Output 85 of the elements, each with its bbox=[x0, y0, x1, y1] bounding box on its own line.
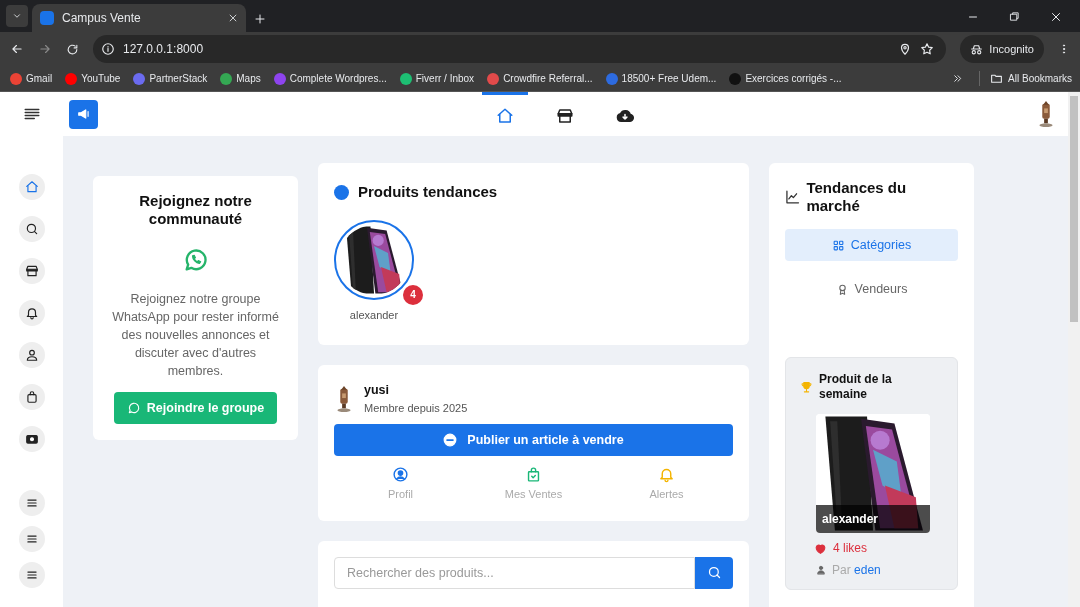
home-icon bbox=[496, 106, 514, 125]
search-icon bbox=[706, 565, 722, 581]
whatsapp-icon bbox=[126, 401, 141, 415]
bookmark-item[interactable]: Gmail bbox=[10, 71, 53, 86]
author-link[interactable]: eden bbox=[854, 563, 881, 577]
sidebar-button[interactable] bbox=[18, 426, 45, 452]
sidebar-button[interactable] bbox=[18, 490, 45, 516]
bell-icon bbox=[24, 306, 39, 320]
chevron-down-icon bbox=[12, 11, 22, 21]
store-icon bbox=[24, 264, 39, 278]
search-button[interactable] bbox=[695, 556, 733, 589]
home-icon bbox=[24, 180, 39, 194]
user-circle-icon bbox=[392, 466, 409, 484]
sidebar-button[interactable] bbox=[18, 300, 45, 326]
restore-icon bbox=[1009, 11, 1020, 22]
search-field[interactable]: Rechercher des produits... bbox=[334, 556, 695, 589]
card-title: Rejoignez notre communauté bbox=[138, 192, 253, 228]
bookmark-item[interactable]: 18500+ Free Udem... bbox=[605, 71, 717, 86]
incognito-icon bbox=[970, 42, 984, 56]
card-description: Rejoignez notre groupe WhatsApp pour rester informé des nouvelles annonces et discuter avec d'autres membres. bbox=[111, 291, 280, 380]
section-title: Produits tendances bbox=[358, 182, 498, 202]
minus-circle-icon bbox=[443, 433, 458, 448]
product-name: alexander bbox=[822, 511, 879, 528]
bookmark-item[interactable]: Maps bbox=[220, 71, 261, 86]
bookmark-item[interactable]: Fiverr / Inbox bbox=[399, 71, 475, 86]
reload-icon bbox=[66, 42, 79, 56]
tab-title: Campus Vente bbox=[62, 10, 142, 27]
bookmark-item[interactable]: Crowdfire Referral... bbox=[487, 71, 593, 86]
likes-count: 4 likes bbox=[833, 540, 867, 557]
forward-icon bbox=[38, 42, 52, 56]
close-window-button[interactable] bbox=[1050, 11, 1062, 23]
bookmark-item[interactable]: Exercices corrigés -... bbox=[729, 71, 842, 86]
product-name: alexander bbox=[349, 307, 399, 323]
favicon-icon bbox=[40, 11, 54, 25]
sidebar-button[interactable] bbox=[18, 216, 45, 242]
grid-icon bbox=[831, 238, 845, 252]
sidebar-button[interactable] bbox=[18, 526, 45, 552]
incognito-button[interactable]: Incognito bbox=[960, 35, 1044, 63]
line-chart-icon bbox=[785, 189, 801, 205]
bookmark-item[interactable]: PartnerStack bbox=[133, 71, 208, 86]
heart-icon bbox=[814, 541, 827, 555]
bookmark-item[interactable]: YouTube bbox=[65, 71, 121, 86]
menu-icon bbox=[24, 568, 39, 582]
all-bookmarks-button[interactable]: All Bookmarks bbox=[979, 71, 1072, 86]
card-title: Produit de la semaine bbox=[819, 372, 893, 402]
store-icon bbox=[556, 106, 574, 125]
sidebar-button[interactable] bbox=[18, 562, 45, 588]
star-icon bbox=[920, 42, 935, 56]
menu-icon bbox=[24, 532, 39, 546]
chevron-double-right-icon bbox=[952, 73, 964, 84]
user-name: yusi bbox=[364, 382, 390, 399]
url-text: 127.0.0.1:8000 bbox=[123, 41, 205, 58]
address-bar[interactable]: 127.0.0.1:8000 bbox=[93, 35, 947, 63]
search-icon bbox=[24, 222, 39, 236]
info-icon bbox=[101, 42, 115, 56]
bag-icon bbox=[24, 390, 39, 404]
market-tab[interactable]: Vendeurs bbox=[785, 273, 958, 305]
scrollbar-thumb[interactable] bbox=[1070, 96, 1078, 322]
publish-button[interactable]: Publier un article à vendre bbox=[334, 424, 733, 457]
trophy-icon bbox=[800, 380, 813, 394]
member-since-text: Membre depuis 2025 bbox=[364, 400, 468, 416]
menu-icon bbox=[24, 496, 39, 510]
new-tab-button[interactable] bbox=[254, 13, 266, 25]
user-icon bbox=[816, 565, 826, 575]
restore-button[interactable] bbox=[1009, 11, 1020, 23]
shopping-bag-check-icon bbox=[525, 466, 542, 484]
plus-icon bbox=[254, 13, 266, 25]
market-tab[interactable]: Catégories bbox=[785, 229, 958, 261]
cash-icon bbox=[24, 432, 39, 446]
count-badge: 4 bbox=[403, 284, 423, 305]
close-icon bbox=[1050, 11, 1062, 23]
back-icon bbox=[10, 42, 24, 56]
app-logo[interactable] bbox=[69, 99, 98, 129]
bookmark-item[interactable]: Complete Wordpres... bbox=[273, 71, 387, 86]
megaphone-icon bbox=[76, 107, 91, 121]
by-label: Par bbox=[832, 563, 851, 577]
sidebar-button[interactable] bbox=[18, 258, 45, 284]
close-icon bbox=[228, 13, 238, 23]
sidebar-button[interactable] bbox=[18, 384, 45, 410]
folder-icon bbox=[990, 72, 1004, 85]
sidebar-button[interactable] bbox=[18, 342, 45, 368]
bell-icon bbox=[658, 466, 675, 484]
user-icon bbox=[24, 348, 39, 362]
browser-tab[interactable]: Campus Vente bbox=[32, 4, 246, 32]
section-title: Tendances du marché bbox=[806, 179, 908, 215]
